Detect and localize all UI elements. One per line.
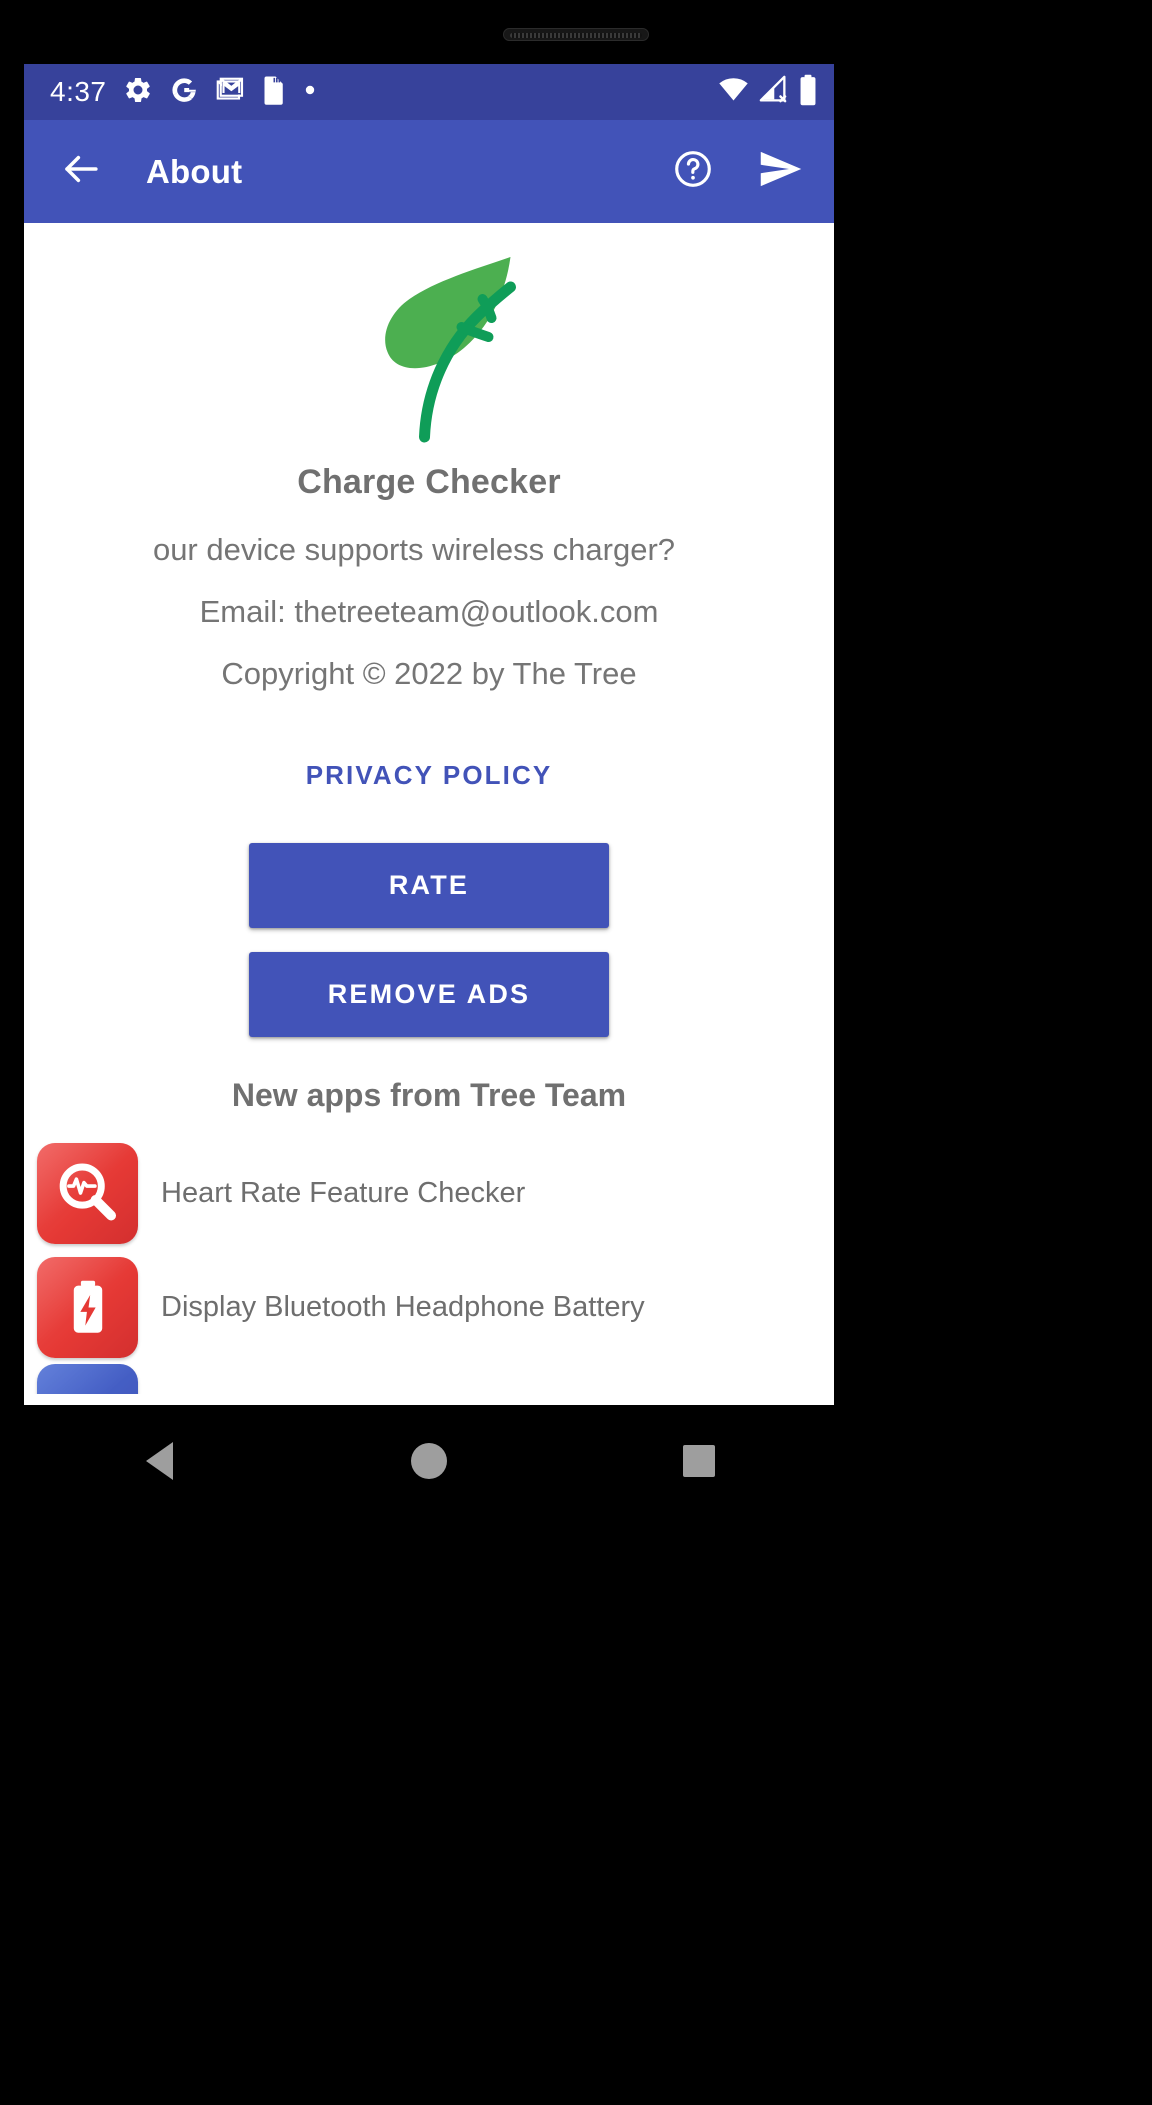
sd-card-icon <box>261 75 287 110</box>
google-icon <box>169 75 199 110</box>
android-navigation-bar <box>24 1405 834 1517</box>
list-item-label: Heart Rate Feature Checker <box>161 1176 526 1209</box>
app-logo-container <box>24 223 834 451</box>
battery-bolt-icon <box>37 1256 138 1358</box>
app-name: Charge Checker <box>297 463 561 501</box>
dot-icon <box>303 83 317 102</box>
green-leaf-logo-icon <box>314 231 544 451</box>
gmail-icon <box>215 75 245 110</box>
earpiece-speaker <box>503 28 649 41</box>
nav-home-button[interactable] <box>369 1405 489 1517</box>
square-recents-icon <box>683 1445 715 1477</box>
page-title: About <box>146 152 243 190</box>
status-bar-left-group: 4:37 <box>50 75 317 110</box>
help-circle-icon[interactable] <box>672 148 714 195</box>
back-arrow-icon[interactable] <box>60 148 102 195</box>
nav-back-button[interactable] <box>99 1405 219 1517</box>
rate-button[interactable]: RATE <box>249 843 609 928</box>
phone-screen: 4:37 About Charge Checker our device sup… <box>24 64 834 1405</box>
app-bar-actions <box>672 148 804 195</box>
contact-email: Email: thetreeteam@outlook.com <box>199 594 659 629</box>
status-bar: 4:37 <box>24 64 834 120</box>
list-item[interactable]: Heart Rate Feature Checker <box>24 1136 834 1250</box>
phone-device-frame: 4:37 About Charge Checker our device sup… <box>0 0 1152 2105</box>
list-item[interactable] <box>24 1364 834 1394</box>
remove-ads-button[interactable]: REMOVE ADS <box>249 952 609 1037</box>
list-item[interactable]: Display Bluetooth Headphone Battery <box>24 1250 834 1364</box>
app-bar: About <box>24 120 834 223</box>
list-item-label: Display Bluetooth Headphone Battery <box>161 1290 645 1323</box>
send-icon[interactable] <box>758 148 804 195</box>
privacy-policy-link[interactable]: PRIVACY POLICY <box>24 760 834 791</box>
app-description: our device supports wireless charger? <box>152 532 676 567</box>
copyright-notice: Copyright © 2022 by The Tree <box>221 656 637 691</box>
gear-icon <box>123 75 153 110</box>
status-bar-clock: 4:37 <box>50 76 107 107</box>
battery-full-icon <box>798 74 818 111</box>
heart-rate-magnifier-icon <box>37 1142 138 1244</box>
cell-signal-off-icon <box>758 74 789 110</box>
wifi-icon <box>718 74 749 110</box>
circle-home-icon <box>411 1443 447 1479</box>
new-apps-list: Heart Rate Feature Checker Display Bluet… <box>24 1136 834 1394</box>
nav-recents-button[interactable] <box>639 1405 759 1517</box>
about-content: Charge Checker our device supports wirel… <box>24 223 834 1405</box>
status-bar-right-group <box>718 74 818 111</box>
new-apps-heading: New apps from Tree Team <box>231 1077 627 1113</box>
triangle-back-icon <box>145 1442 173 1480</box>
blue-app-icon <box>37 1364 138 1394</box>
